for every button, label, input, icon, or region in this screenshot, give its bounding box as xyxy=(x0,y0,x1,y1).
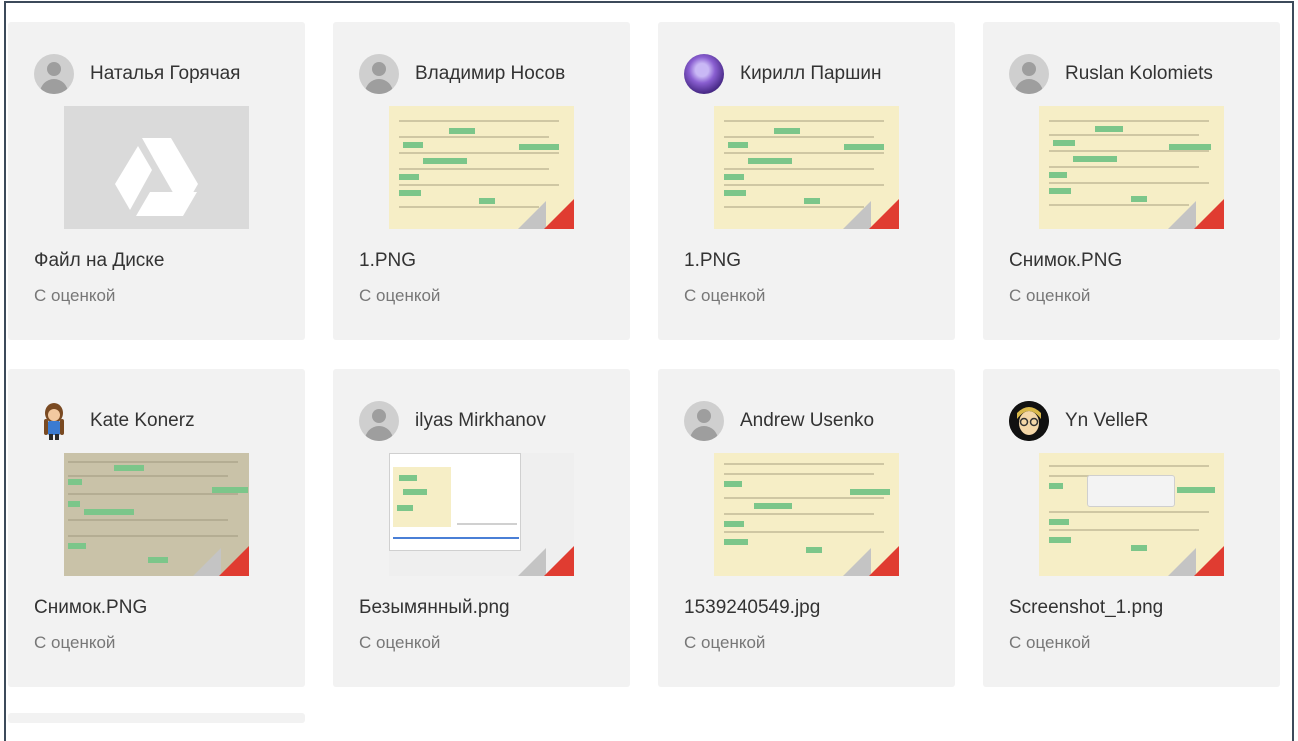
image-thumbnail[interactable] xyxy=(1039,106,1224,229)
card-header: Наталья Горячая xyxy=(34,54,240,94)
grade-status: С оценкой xyxy=(1009,286,1091,305)
file-name[interactable]: Безымянный.png xyxy=(359,597,510,619)
file-name[interactable]: Файл на Диске xyxy=(34,250,164,272)
file-name[interactable]: Снимок.PNG xyxy=(1009,250,1122,272)
card-header: Andrew Usenko xyxy=(684,401,874,441)
submission-card[interactable]: Andrew Usenko 1539240549.jpg С оценкой xyxy=(658,369,955,687)
avatar-person-icon xyxy=(359,401,399,441)
avatar-photo xyxy=(34,401,74,441)
grade-status: С оценкой xyxy=(359,633,441,652)
author-name: ilyas Mirkhanov xyxy=(415,410,546,431)
avatar-photo xyxy=(1009,401,1049,441)
submission-card[interactable]: Yn VelleR Screenshot_1.png С оценкой xyxy=(983,369,1280,687)
avatar-person-icon xyxy=(359,54,399,94)
submission-card[interactable]: Наталья Горячая Файл на Диске С оценкой xyxy=(8,22,305,340)
cartoon-face-icon xyxy=(1009,401,1049,441)
image-thumbnail[interactable] xyxy=(1039,453,1224,576)
author-name: Владимир Носов xyxy=(415,63,566,84)
image-thumbnail[interactable] xyxy=(714,453,899,576)
author-name: Andrew Usenko xyxy=(740,410,875,431)
avatar-person-icon xyxy=(34,54,74,94)
submission-card[interactable]: Кирилл Паршин 1.PNG С оценкой xyxy=(658,22,955,340)
submission-card[interactable]: ilyas Mirkhanov Безымянный.png С оценкой xyxy=(333,369,630,687)
grade-status: С оценкой xyxy=(1009,633,1091,652)
card-header: Yn VelleR xyxy=(1009,401,1148,441)
file-name[interactable]: Screenshot_1.png xyxy=(1009,597,1163,619)
submission-card[interactable]: Kate Konerz Снимок.PNG С оценкой xyxy=(8,369,305,687)
author-name: Kate Konerz xyxy=(90,410,195,431)
google-drive-icon xyxy=(115,138,198,216)
avatar-photo xyxy=(684,54,724,94)
submission-card[interactable]: Владимир Носов 1.PNG С оценкой xyxy=(333,22,630,340)
image-thumbnail[interactable] xyxy=(389,453,574,576)
grade-status: С оценкой xyxy=(34,286,116,305)
image-thumbnail[interactable] xyxy=(714,106,899,229)
grade-status: С оценкой xyxy=(684,633,766,652)
drive-file-thumbnail[interactable] xyxy=(64,106,249,229)
author-name: Кирилл Паршин xyxy=(740,63,882,84)
submission-card-partial[interactable] xyxy=(8,713,305,723)
author-name: Yn VelleR xyxy=(1065,410,1149,431)
avatar-person-icon xyxy=(1009,54,1049,94)
avatar-person-icon xyxy=(684,401,724,441)
cartoon-girl-icon xyxy=(44,403,64,440)
image-thumbnail[interactable] xyxy=(389,106,574,229)
card-header: Кирилл Паршин xyxy=(684,54,881,94)
file-name[interactable]: 1.PNG xyxy=(684,250,741,272)
file-name[interactable]: 1.PNG xyxy=(359,250,416,272)
grade-status: С оценкой xyxy=(359,286,441,305)
image-thumbnail[interactable] xyxy=(64,453,249,576)
card-header: Kate Konerz xyxy=(34,401,195,441)
file-name[interactable]: 1539240549.jpg xyxy=(684,597,820,619)
author-name: Наталья Горячая xyxy=(90,63,241,84)
author-name: Ruslan Kolomiets xyxy=(1065,63,1213,84)
grade-status: С оценкой xyxy=(34,633,116,652)
card-header: Ruslan Kolomiets xyxy=(1009,54,1213,94)
card-header: ilyas Mirkhanov xyxy=(359,401,546,441)
submission-card[interactable]: Ruslan Kolomiets Снимок.PNG С оценкой xyxy=(983,22,1280,340)
grade-status: С оценкой xyxy=(684,286,766,305)
card-header: Владимир Носов xyxy=(359,54,565,94)
file-name[interactable]: Снимок.PNG xyxy=(34,597,147,619)
